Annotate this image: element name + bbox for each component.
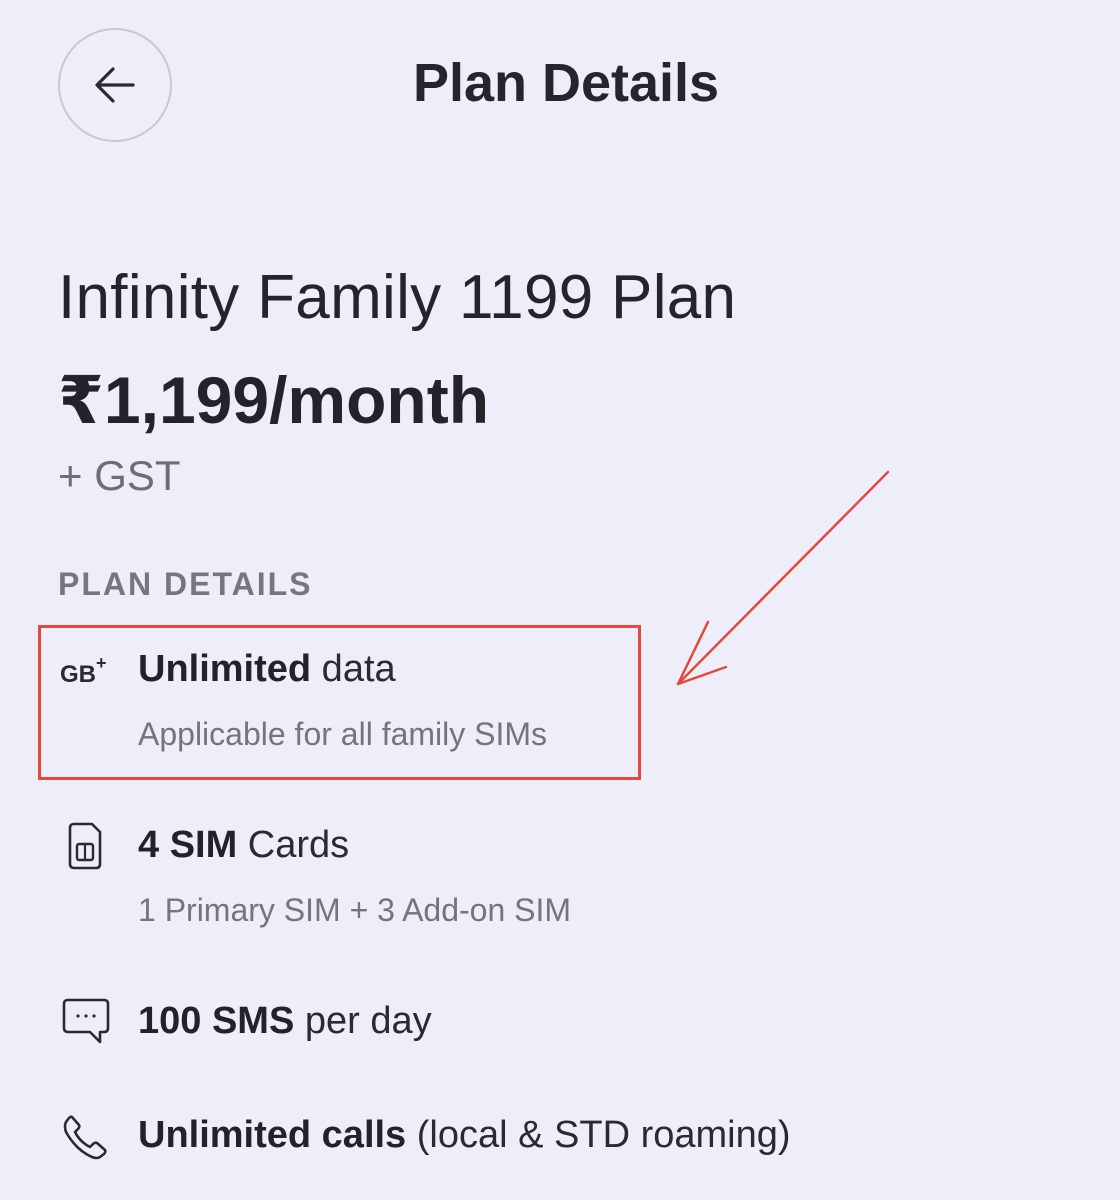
- phone-icon: [62, 1114, 108, 1165]
- feature-title: 4 SIM Cards: [138, 824, 350, 866]
- annotation-arrow: [676, 470, 890, 686]
- plan-tax: + GST: [58, 452, 181, 499]
- feature-title: Unlimited calls (local & STD roaming): [138, 1114, 791, 1156]
- feature-subtitle: Applicable for all family SIMs: [138, 716, 548, 752]
- section-label: PLAN DETAILS: [58, 566, 313, 602]
- plan-name: Infinity Family 1199 Plan: [58, 263, 737, 332]
- sim-card-icon: [66, 822, 104, 875]
- feature-title: 100 SMS per day: [138, 1000, 432, 1042]
- feature-subtitle: 1 Primary SIM + 3 Add-on SIM: [138, 892, 572, 928]
- page-title: Plan Details: [412, 53, 720, 113]
- plan-price: ₹1,199/month: [58, 363, 490, 437]
- gb-plus-icon: GB+: [60, 653, 107, 688]
- feature-title: Unlimited data: [138, 648, 396, 690]
- chat-bubble-icon: [60, 998, 112, 1051]
